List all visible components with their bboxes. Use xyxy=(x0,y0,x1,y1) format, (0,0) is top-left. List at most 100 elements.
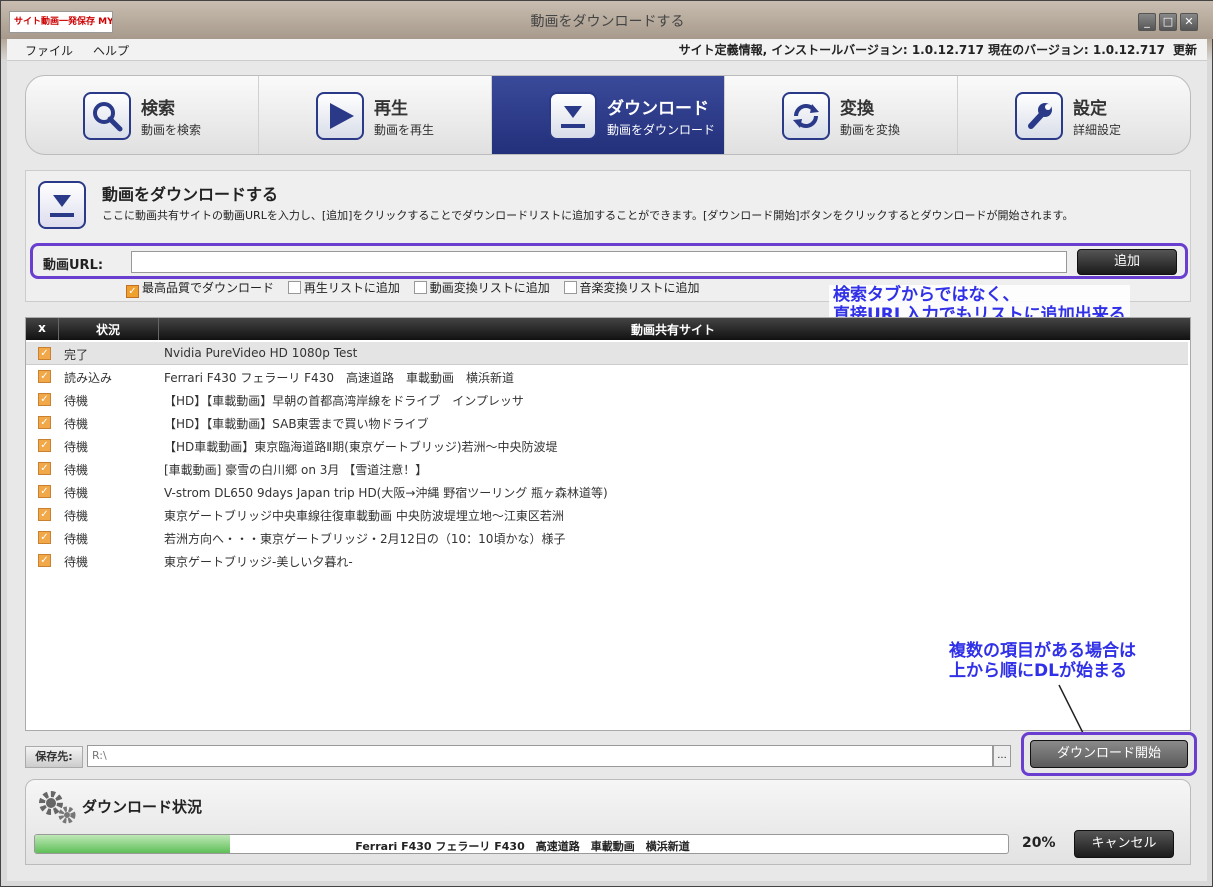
tab-convert-title: 変換 xyxy=(840,99,874,119)
row-title: 【HD】【車載動画】SAB東雲まで買い物ドライブ xyxy=(164,417,429,431)
panel-description: ここに動画共有サイトの動画URLを入力し、[追加]をクリックすることでダウンロー… xyxy=(102,209,1074,222)
tab-play[interactable]: 再生 動画を再生 xyxy=(259,76,492,154)
row-status: 待機 xyxy=(64,394,89,408)
list-row[interactable]: ✓ 完了 Nvidia PureVideo HD 1080p Test xyxy=(26,342,1188,365)
annotation-line: 検索タブからではなく、 xyxy=(833,285,1020,305)
option-best-quality[interactable]: ✓ 最高品質でダウンロード xyxy=(126,279,274,298)
list-row[interactable]: ✓ 待機 V-strom DL650 9days Japan trip HD(大阪→… xyxy=(26,480,1188,503)
row-status: 待機 xyxy=(64,486,89,500)
column-status[interactable]: 状況 xyxy=(58,321,158,338)
row-checkbox[interactable]: ✓ xyxy=(38,462,51,475)
add-button[interactable]: 追加 xyxy=(1077,249,1177,275)
row-status: 待機 xyxy=(64,440,89,454)
tab-search-sub: 動画を検索 xyxy=(141,123,202,137)
progress-current-title: Ferrari F430 フェラーリ F430 高速道路 車載動画 横浜新道 xyxy=(355,840,690,853)
menu-bar: ファイル ヘルプ サイト定義情報, インストールバージョン: 1.0.12.71… xyxy=(7,39,1207,61)
column-x[interactable]: x xyxy=(26,321,58,335)
download-start-highlight: ダウンロード開始 xyxy=(1021,732,1197,776)
checkbox-icon xyxy=(287,281,301,294)
search-icon xyxy=(83,92,131,140)
tab-convert-sub: 動画を変換 xyxy=(840,123,901,137)
row-checkbox[interactable]: ✓ xyxy=(38,416,51,429)
tab-download[interactable]: ダウンロード 動画をダウンロード xyxy=(492,76,725,154)
url-label: 動画URL: xyxy=(43,258,104,273)
version-text: サイト定義情報, インストールバージョン: 1.0.12.717 現在のバージョ… xyxy=(678,43,1165,57)
tab-search-title: 検索 xyxy=(141,99,175,119)
row-checkbox[interactable]: ✓ xyxy=(38,554,51,567)
option-add-video-convert[interactable]: 動画変換リストに追加 xyxy=(413,279,550,296)
tab-convert[interactable]: 変換 動画を変換 xyxy=(725,76,958,154)
row-title: Ferrari F430 フェラーリ F430 高速道路 車載動画 横浜新道 xyxy=(164,371,514,385)
list-row[interactable]: ✓ 待機 東京ゲートブリッジ中央車線往復車載動画 中央防波堤埋立地～江東区若洲 xyxy=(26,503,1188,526)
option-add-playlist[interactable]: 再生リストに追加 xyxy=(287,279,400,296)
download-status-panel: ダウンロード状況 Ferrari F430 フェラーリ F430 高速道路 車載… xyxy=(25,779,1191,865)
list-row[interactable]: ✓ 待機 [車載動画] 豪雪の白川郷 on 3月 【雪道注意！】 xyxy=(26,457,1188,480)
close-button[interactable]: ✕ xyxy=(1180,13,1198,31)
checkbox-icon xyxy=(413,281,427,294)
tab-play-sub: 動画を再生 xyxy=(374,123,435,137)
row-title: [車載動画] 豪雪の白川郷 on 3月 【雪道注意！】 xyxy=(164,463,428,477)
wrench-icon xyxy=(1015,92,1063,140)
convert-icon xyxy=(782,92,830,140)
cancel-button[interactable]: キャンセル xyxy=(1074,830,1174,858)
play-icon xyxy=(316,92,364,140)
tab-play-title: 再生 xyxy=(374,99,408,119)
row-checkbox[interactable]: ✓ xyxy=(38,393,51,406)
tab-settings-sub: 詳細設定 xyxy=(1073,123,1122,137)
title-bar: サイト動画一発保存 MY-DOGA! 動画をダウンロードする _ □ ✕ xyxy=(1,1,1213,39)
progress-bar: Ferrari F430 フェラーリ F430 高速道路 車載動画 横浜新道 xyxy=(34,834,1009,854)
row-title: 東京ゲートブリッジ中央車線往復車載動画 中央防波堤埋立地～江東区若洲 xyxy=(164,509,564,523)
download-panel: 動画をダウンロードする ここに動画共有サイトの動画URLを入力し、[追加]をクリ… xyxy=(25,170,1191,302)
minimize-button[interactable]: _ xyxy=(1138,13,1156,31)
download-start-button[interactable]: ダウンロード開始 xyxy=(1030,740,1188,768)
options-row: ✓ 最高品質でダウンロード 再生リストに追加 動画変換リストに追加 音楽変換リスト… xyxy=(126,279,710,298)
window-title: 動画をダウンロードする xyxy=(530,14,685,30)
list-row[interactable]: ✓ 読み込み Ferrari F430 フェラーリ F430 高速道路 車載動画 横… xyxy=(26,365,1188,388)
checkbox-checked-icon: ✓ xyxy=(126,285,139,298)
download-icon xyxy=(38,181,86,229)
panel-title: 動画をダウンロードする xyxy=(102,185,279,204)
row-title: 【HD】【車載動画】早朝の首都高湾岸線をドライブ インプレッサ xyxy=(164,394,524,408)
annotation-download-order: 複数の項目がある場合は 上から順にDLが始まる xyxy=(945,641,1140,681)
tab-settings[interactable]: 設定 詳細設定 xyxy=(958,76,1190,154)
row-status: 読み込み xyxy=(64,371,113,385)
update-link[interactable]: 更新 xyxy=(1173,43,1197,57)
tab-search[interactable]: 検索 動画を検索 xyxy=(26,76,259,154)
list-row[interactable]: ✓ 待機 若洲方向へ・・・東京ゲートブリッジ・2月12日の（10：10頃かな）様子 xyxy=(26,526,1188,549)
list-row[interactable]: ✓ 待機 【HD】【車載動画】SAB東雲まで買い物ドライブ xyxy=(26,411,1188,434)
column-site[interactable]: 動画共有サイト xyxy=(158,321,1188,338)
url-entry-highlight: 動画URL: 追加 xyxy=(30,243,1188,279)
save-path-field[interactable]: R:\ xyxy=(87,745,993,767)
status-title: ダウンロード状況 xyxy=(82,798,203,816)
annotation-line: 上から順にDLが始まる xyxy=(949,661,1127,681)
list-row[interactable]: ✓ 待機 【HD】【車載動画】早朝の首都高湾岸線をドライブ インプレッサ xyxy=(26,388,1188,411)
row-status: 待機 xyxy=(64,555,89,569)
row-status: 待機 xyxy=(64,417,89,431)
row-title: 【HD車載動画】東京臨海道路Ⅱ期(東京ゲートブリッジ)若洲～中央防波堤 xyxy=(164,440,558,454)
maximize-button[interactable]: □ xyxy=(1159,13,1177,31)
row-status: 待機 xyxy=(64,509,89,523)
row-checkbox[interactable]: ✓ xyxy=(38,439,51,452)
option-label: 再生リストに追加 xyxy=(303,281,400,295)
annotation-line: 複数の項目がある場合は xyxy=(949,641,1136,661)
menu-file[interactable]: ファイル xyxy=(25,42,73,59)
list-header: x 状況 動画共有サイト xyxy=(26,318,1190,340)
list-row[interactable]: ✓ 待機 【HD車載動画】東京臨海道路Ⅱ期(東京ゲートブリッジ)若洲～中央防波堤 xyxy=(26,434,1188,457)
option-label: 最高品質でダウンロード xyxy=(142,281,275,295)
row-checkbox[interactable]: ✓ xyxy=(38,485,51,498)
menu-help[interactable]: ヘルプ xyxy=(93,42,129,59)
version-info: サイト定義情報, インストールバージョン: 1.0.12.717 現在のバージョ… xyxy=(679,41,1197,58)
row-checkbox[interactable]: ✓ xyxy=(38,370,51,383)
gear-icon xyxy=(39,791,76,824)
row-checkbox[interactable]: ✓ xyxy=(38,347,51,360)
list-row[interactable]: ✓ 待機 東京ゲートブリッジ-美しい夕暮れ- xyxy=(26,549,1188,572)
main-tabs: 検索 動画を検索 再生 動画を再生 ダウンロード 動画をダウンロード 変換 動画… xyxy=(25,75,1191,155)
row-title: 東京ゲートブリッジ-美しい夕暮れ- xyxy=(164,555,353,569)
url-input[interactable] xyxy=(131,251,1067,273)
row-checkbox[interactable]: ✓ xyxy=(38,508,51,521)
row-status: 待機 xyxy=(64,463,89,477)
option-add-music-convert[interactable]: 音楽変換リストに追加 xyxy=(563,279,700,296)
row-checkbox[interactable]: ✓ xyxy=(38,531,51,544)
browse-button[interactable]: ... xyxy=(993,745,1011,767)
tab-settings-title: 設定 xyxy=(1073,99,1107,119)
